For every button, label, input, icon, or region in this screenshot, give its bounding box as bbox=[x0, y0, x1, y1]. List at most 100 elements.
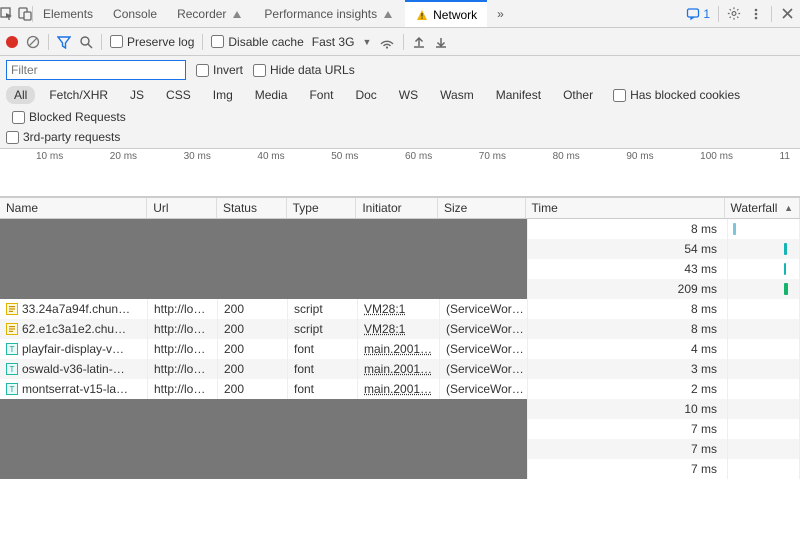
filter-input[interactable] bbox=[6, 60, 186, 80]
cell-time: 43 ms bbox=[528, 259, 728, 279]
filter-type-manifest[interactable]: Manifest bbox=[488, 86, 549, 104]
table-row[interactable]: 62.e1c3a1e2.chu…http://lo…200scriptVM28:… bbox=[0, 319, 800, 339]
table-row[interactable]: 7 ms bbox=[0, 419, 800, 439]
hide-data-urls-checkbox[interactable]: Hide data URLs bbox=[253, 63, 355, 77]
record-button[interactable] bbox=[6, 36, 18, 48]
cell-time: 8 ms bbox=[528, 299, 728, 319]
separator bbox=[202, 34, 203, 50]
issues-button[interactable]: 1 bbox=[686, 7, 710, 21]
device-toggle-icon[interactable] bbox=[18, 7, 32, 21]
cell-status: 200 bbox=[218, 359, 288, 379]
col-name[interactable]: Name bbox=[0, 198, 147, 218]
cell-size: (ServiceWor… bbox=[440, 299, 528, 319]
table-header[interactable]: Name Url Status Type Initiator Size Time… bbox=[0, 197, 800, 219]
search-icon[interactable] bbox=[79, 35, 93, 49]
chevron-down-icon: ▼ bbox=[362, 37, 371, 47]
third-party-checkbox[interactable]: 3rd-party requests bbox=[6, 130, 120, 144]
cell-waterfall bbox=[728, 379, 800, 399]
warning-icon bbox=[415, 8, 429, 22]
cell-status: 200 bbox=[218, 319, 288, 339]
table-row[interactable]: 43 ms bbox=[0, 259, 800, 279]
filter-type-media[interactable]: Media bbox=[247, 86, 296, 104]
col-time[interactable]: Time bbox=[526, 198, 725, 218]
table-row[interactable]: 54 ms bbox=[0, 239, 800, 259]
tab-console[interactable]: Console bbox=[103, 0, 167, 27]
table-row[interactable]: 33.24a7a94f.chun…http://lo…200scriptVM28… bbox=[0, 299, 800, 319]
overview-timeline[interactable]: 10 ms20 ms30 ms40 ms50 ms60 ms70 ms80 ms… bbox=[0, 149, 800, 197]
cell-size: (ServiceWor… bbox=[440, 359, 528, 379]
filter-type-ws[interactable]: WS bbox=[391, 86, 426, 104]
throttling-select[interactable]: Fast 3G bbox=[312, 35, 355, 49]
has-blocked-cookies-checkbox[interactable]: Has blocked cookies bbox=[613, 88, 740, 102]
download-har-icon[interactable] bbox=[434, 35, 448, 49]
col-type[interactable]: Type bbox=[287, 198, 357, 218]
preview-badge-icon bbox=[230, 7, 244, 21]
filter-type-wasm[interactable]: Wasm bbox=[432, 86, 482, 104]
disable-cache-checkbox[interactable]: Disable cache bbox=[211, 35, 303, 49]
cell-waterfall bbox=[728, 259, 800, 279]
cell-time: 4 ms bbox=[528, 339, 728, 359]
cell-time: 10 ms bbox=[528, 399, 728, 419]
table-row[interactable]: 10 ms bbox=[0, 399, 800, 419]
table-row[interactable]: 7 ms bbox=[0, 439, 800, 459]
timeline-tick: 60 ms bbox=[405, 151, 432, 162]
invert-checkbox[interactable]: Invert bbox=[196, 63, 243, 77]
cell-waterfall bbox=[728, 359, 800, 379]
filter-type-css[interactable]: CSS bbox=[158, 86, 199, 104]
separator bbox=[403, 34, 404, 50]
cell-time: 7 ms bbox=[528, 459, 728, 479]
filter-icon[interactable] bbox=[57, 35, 71, 49]
col-initiator[interactable]: Initiator bbox=[356, 198, 438, 218]
blocked-requests-checkbox[interactable]: Blocked Requests bbox=[12, 110, 126, 124]
cell-name: Toswald-v36-latin-… bbox=[0, 359, 148, 379]
filter-type-other[interactable]: Other bbox=[555, 86, 601, 104]
cell-time: 8 ms bbox=[528, 219, 728, 239]
cell-type: font bbox=[288, 339, 358, 359]
cell-waterfall bbox=[728, 419, 800, 439]
tab-performance-insights[interactable]: Performance insights bbox=[254, 0, 405, 27]
table-row[interactable]: Tmontserrat-v15-la…http://lo…200fontmain… bbox=[0, 379, 800, 399]
kebab-menu-icon[interactable] bbox=[749, 7, 763, 21]
separator bbox=[771, 6, 772, 22]
inspect-icon[interactable] bbox=[0, 7, 14, 21]
clear-icon[interactable] bbox=[26, 35, 40, 49]
redacted-cells bbox=[0, 459, 528, 479]
col-waterfall[interactable]: Waterfall ▲ bbox=[725, 198, 800, 218]
col-size[interactable]: Size bbox=[438, 198, 526, 218]
timeline-tick: 10 ms bbox=[36, 151, 63, 162]
filter-type-img[interactable]: Img bbox=[205, 86, 241, 104]
redacted-cells bbox=[0, 439, 528, 459]
preserve-log-checkbox[interactable]: Preserve log bbox=[110, 35, 194, 49]
table-row[interactable]: 209 ms bbox=[0, 279, 800, 299]
filter-type-js[interactable]: JS bbox=[122, 86, 152, 104]
network-toolbar: Preserve log Disable cache Fast 3G ▼ bbox=[0, 28, 800, 56]
filter-type-all[interactable]: All bbox=[6, 86, 35, 104]
redacted-cells bbox=[0, 419, 528, 439]
close-icon[interactable] bbox=[780, 7, 794, 21]
cell-status: 200 bbox=[218, 339, 288, 359]
separator bbox=[48, 34, 49, 50]
table-row[interactable]: Toswald-v36-latin-…http://lo…200fontmain… bbox=[0, 359, 800, 379]
tab-network[interactable]: Network bbox=[405, 0, 487, 27]
timeline-tick: 90 ms bbox=[626, 151, 653, 162]
col-url[interactable]: Url bbox=[147, 198, 217, 218]
table-row[interactable]: Tplayfair-display-v…http://lo…200fontmai… bbox=[0, 339, 800, 359]
col-status[interactable]: Status bbox=[217, 198, 287, 218]
filter-type-fetchxhr[interactable]: Fetch/XHR bbox=[41, 86, 116, 104]
gear-icon[interactable] bbox=[727, 7, 741, 21]
timeline-tick: 80 ms bbox=[553, 151, 580, 162]
cell-time: 8 ms bbox=[528, 319, 728, 339]
cell-waterfall bbox=[728, 239, 800, 259]
tab-recorder[interactable]: Recorder bbox=[167, 0, 254, 27]
filter-type-font[interactable]: Font bbox=[301, 86, 341, 104]
filter-type-doc[interactable]: Doc bbox=[347, 86, 384, 104]
network-conditions-icon[interactable] bbox=[379, 35, 395, 49]
tab-elements[interactable]: Elements bbox=[33, 0, 103, 27]
cell-waterfall bbox=[728, 339, 800, 359]
cell-name: Tmontserrat-v15-la… bbox=[0, 379, 148, 399]
table-row[interactable]: 8 ms bbox=[0, 219, 800, 239]
upload-har-icon[interactable] bbox=[412, 35, 426, 49]
svg-text:T: T bbox=[10, 365, 15, 374]
table-row[interactable]: 7 ms bbox=[0, 459, 800, 479]
tab-more[interactable]: » bbox=[487, 0, 514, 27]
